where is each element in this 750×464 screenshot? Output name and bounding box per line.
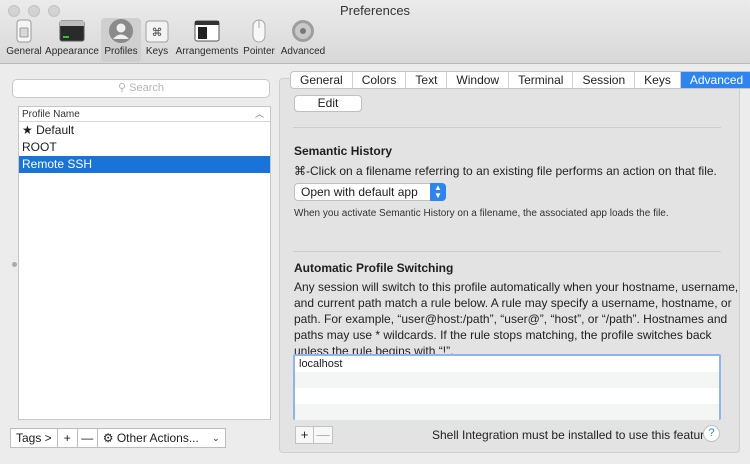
tab-text[interactable]: Text — [406, 72, 448, 88]
auto-switching-description: Any session will switch to this profile … — [294, 280, 739, 358]
toolbar-label: Keys — [145, 46, 169, 57]
rule-buttons: + — — [295, 426, 333, 444]
window-title: Preferences — [339, 3, 411, 18]
gear-icon: ⚙ — [102, 431, 114, 445]
title-bar: Preferences General Appearance Profiles … — [0, 0, 750, 64]
selected-option: Open with default app — [301, 185, 418, 199]
arrangements-windows-icon — [194, 18, 220, 44]
toolbar-label: Pointer — [243, 46, 275, 57]
toolbar-appearance[interactable]: Appearance — [44, 18, 100, 62]
profile-search-input[interactable]: ⚲ Search — [12, 79, 270, 98]
tab-session[interactable]: Session — [573, 72, 636, 88]
other-actions-menu[interactable]: ⚙ Other Actions... ⌄ — [97, 428, 226, 448]
toolbar-label: General — [6, 46, 42, 57]
toolbar-label: Advanced — [280, 46, 326, 57]
search-placeholder: Search — [129, 82, 164, 94]
tags-button[interactable]: Tags > — [10, 428, 58, 448]
toolbar-arrangements[interactable]: Arrangements — [175, 18, 239, 62]
tab-colors[interactable]: Colors — [353, 72, 407, 88]
semantic-history-note: When you activate Semantic History on a … — [294, 208, 669, 219]
divider — [293, 251, 721, 252]
divider — [293, 127, 721, 128]
rule-row[interactable] — [295, 388, 719, 404]
toolbar-general[interactable]: General — [4, 18, 44, 62]
rule-row[interactable] — [295, 372, 719, 388]
command-key-icon: ⌘ — [144, 18, 170, 44]
edit-button[interactable]: Edit — [294, 95, 362, 112]
semantic-history-title: Semantic History — [294, 144, 393, 158]
profile-row[interactable]: Remote SSH — [19, 156, 270, 173]
svg-text:⌘: ⌘ — [152, 26, 163, 39]
add-profile-button[interactable]: + — [57, 428, 78, 448]
toolbar-label: Arrangements — [175, 46, 239, 57]
semantic-history-action-select[interactable]: Open with default app ▲ ▼ — [294, 183, 446, 201]
updown-chevron-icon: ▲ ▼ — [430, 183, 446, 201]
auto-switching-title: Automatic Profile Switching — [294, 261, 454, 275]
mouse-pointer-icon — [246, 18, 272, 44]
help-button[interactable]: ? — [703, 425, 720, 442]
rules-list[interactable]: localhost — [293, 354, 721, 420]
profile-row[interactable]: ★ Default — [19, 122, 270, 139]
semantic-history-description: ⌘-Click on a filename referring to an ex… — [294, 164, 717, 178]
profile-tabs: General Colors Text Window Terminal Sess… — [290, 71, 750, 89]
general-switch-icon — [11, 18, 37, 44]
tab-keys[interactable]: Keys — [635, 72, 681, 88]
sort-chevron-icon: ︿ — [254, 109, 264, 119]
toolbar-pointer[interactable]: Pointer — [242, 18, 276, 62]
appearance-window-icon — [59, 18, 85, 44]
other-actions-label: Other Actions... — [116, 431, 199, 445]
profile-row[interactable]: ROOT — [19, 139, 270, 156]
tab-general[interactable]: General — [291, 72, 353, 88]
rule-row[interactable] — [295, 404, 719, 420]
add-rule-button[interactable]: + — [295, 426, 314, 444]
remove-rule-button[interactable]: — — [314, 426, 333, 444]
profile-list: Profile Name ︿ ★ Default ROOT Remote SSH — [18, 106, 271, 420]
gear-icon — [290, 18, 316, 44]
toolbar-keys[interactable]: ⌘ Keys — [143, 18, 171, 62]
profile-person-icon — [108, 18, 134, 44]
profile-actions-bar: Tags > + — ⚙ Other Actions... ⌄ — [10, 428, 226, 448]
tab-terminal[interactable]: Terminal — [509, 72, 574, 88]
preferences-window: Preferences General Appearance Profiles … — [0, 0, 750, 464]
toolbar-advanced[interactable]: Advanced — [280, 18, 326, 62]
toolbar-profiles[interactable]: Profiles — [101, 18, 141, 62]
tab-advanced[interactable]: Advanced — [680, 72, 750, 88]
split-view-handle[interactable] — [12, 262, 17, 267]
remove-profile-button[interactable]: — — [77, 428, 98, 448]
shell-integration-note: Shell Integration must be installed to u… — [432, 428, 715, 442]
profile-name-column-header[interactable]: Profile Name ︿ — [19, 107, 270, 122]
search-icon: ⚲ — [118, 82, 127, 94]
rule-row[interactable]: localhost — [295, 356, 719, 372]
toolbar-label: Appearance — [45, 46, 99, 57]
toolbar-label: Profiles — [104, 46, 138, 57]
chevron-down-icon: ⌄ — [212, 433, 220, 443]
tab-window[interactable]: Window — [447, 72, 510, 88]
